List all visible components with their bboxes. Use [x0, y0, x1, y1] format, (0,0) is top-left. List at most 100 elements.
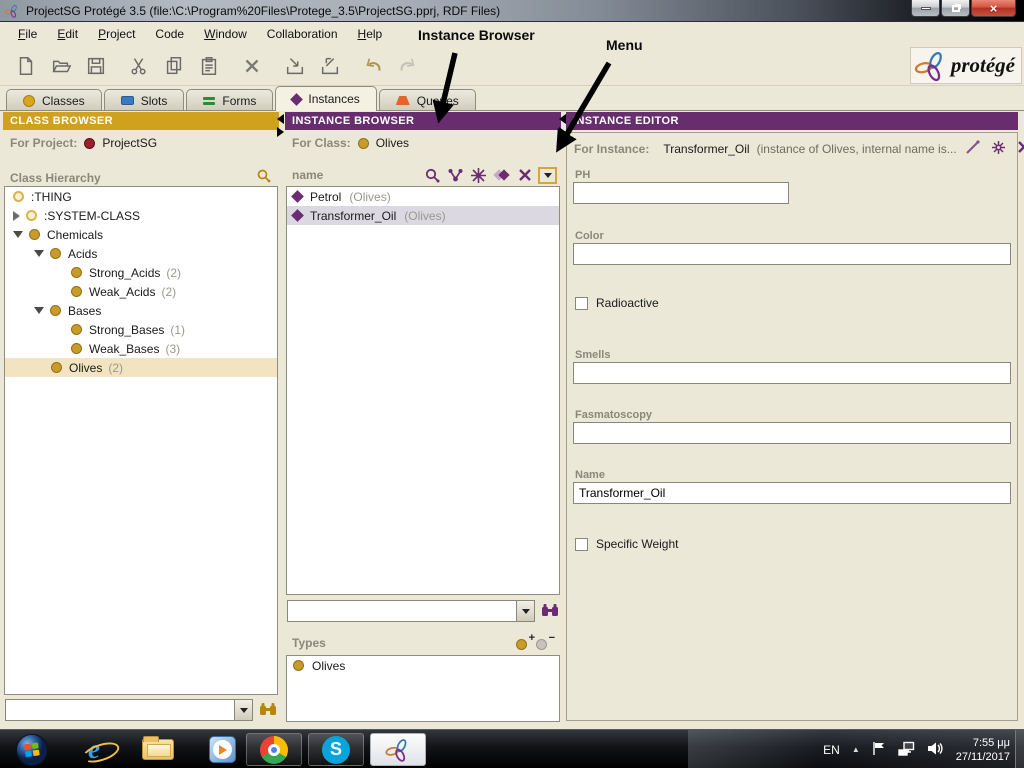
decorate-star-icon[interactable] [990, 139, 1007, 159]
paste-icon[interactable] [193, 51, 225, 81]
close-editor-icon[interactable] [1016, 139, 1024, 159]
import-icon[interactable] [279, 51, 311, 81]
tab-slots[interactable]: Slots [103, 89, 185, 111]
tab-classes[interactable]: Classes [6, 89, 102, 111]
tree-row-strong-bases[interactable]: Strong_Bases (1) [5, 320, 277, 339]
action-center-flag-icon[interactable] [872, 741, 886, 759]
class-search-combobox[interactable] [5, 699, 253, 721]
ph-label: PH [575, 169, 591, 181]
collapse-down-icon[interactable] [34, 307, 44, 314]
tree-row-bases[interactable]: Bases [5, 301, 277, 320]
open-project-icon[interactable] [45, 51, 77, 81]
name-input[interactable] [573, 482, 1011, 504]
protege-taskbar-button[interactable] [370, 733, 426, 766]
collapse-down-icon[interactable] [34, 250, 44, 257]
class-icon [71, 267, 82, 278]
start-button[interactable] [4, 733, 60, 766]
class-icon [51, 362, 62, 373]
menu-help[interactable]: Help [348, 24, 393, 44]
annotate-pencil-icon[interactable] [964, 139, 981, 159]
search-class-icon[interactable] [256, 168, 272, 187]
color-input[interactable] [573, 243, 1011, 265]
search-instance-icon[interactable] [421, 165, 444, 185]
copy-icon[interactable] [158, 51, 190, 81]
new-file-icon[interactable] [10, 51, 42, 81]
close-button[interactable]: × [971, 0, 1016, 17]
menu-file[interactable]: File [8, 24, 47, 44]
internet-explorer-button[interactable]: e [66, 733, 122, 766]
ph-input[interactable] [573, 182, 789, 204]
tree-row-thing[interactable]: :THING [5, 187, 277, 206]
cut-icon[interactable] [123, 51, 155, 81]
combobox-dropdown-icon[interactable] [516, 601, 534, 621]
delete-instance-icon[interactable] [513, 165, 536, 185]
show-hidden-icons-chevron[interactable]: ▲ [852, 745, 860, 754]
undo-icon[interactable] [357, 51, 389, 81]
radioactive-checkbox[interactable] [575, 296, 588, 310]
smells-input[interactable] [573, 362, 1011, 384]
expand-right-icon[interactable] [13, 210, 20, 221]
find-class-binoculars-icon[interactable] [259, 702, 277, 719]
tab-label: Slots [140, 93, 168, 108]
add-type-icon[interactable]: + [515, 632, 535, 651]
specific-weight-checkbox[interactable] [575, 537, 588, 551]
save-project-icon[interactable] [80, 51, 112, 81]
instance-diamond-icon [291, 209, 304, 222]
types-header: Types [292, 636, 326, 650]
tree-row-strong-acids[interactable]: Strong_Acids (2) [5, 263, 277, 282]
screen: { "titlebar": { "title": "ProjectSG Prot… [0, 0, 1024, 768]
redo-icon[interactable] [392, 51, 424, 81]
fasmatoscopy-input[interactable] [573, 422, 1011, 444]
tree-row-acids[interactable]: Acids [5, 244, 277, 263]
instance-row-petrol[interactable]: Petrol (Olives) [287, 187, 559, 206]
tree-row-chemicals[interactable]: Chemicals [5, 225, 277, 244]
restore-button[interactable] [941, 0, 970, 17]
tab-queries[interactable]: Queries [378, 89, 476, 111]
collapse-down-icon[interactable] [13, 231, 23, 238]
clock[interactable]: 7:55 μμ 27/11/2017 [956, 736, 1010, 764]
instance-diamond-icon [290, 92, 304, 106]
media-player-button[interactable] [194, 733, 250, 766]
language-indicator[interactable]: EN [823, 743, 840, 757]
create-instance-icon[interactable] [444, 165, 467, 185]
splitter-expand-right-icon[interactable] [559, 127, 566, 137]
tab-instances[interactable]: Instances [275, 86, 377, 111]
instance-search-combobox[interactable] [287, 600, 535, 622]
instance-row-transformer-oil[interactable]: Transformer_Oil (Olives) [287, 206, 559, 225]
menu-window[interactable]: Window [194, 24, 257, 44]
splitter-collapse-left-icon[interactable] [559, 114, 566, 124]
clock-date: 27/11/2017 [955, 750, 1010, 763]
tab-forms[interactable]: Forms [186, 89, 274, 111]
export-icon[interactable] [314, 51, 346, 81]
menu-project[interactable]: Project [88, 24, 145, 44]
splitter-collapse-left-icon[interactable] [277, 114, 284, 124]
specific-weight-checkbox-row[interactable]: Specific Weight [575, 537, 678, 551]
query-trapezoid-icon [395, 96, 410, 105]
copy-instance-icon[interactable] [467, 165, 490, 185]
view-instance-icon[interactable] [490, 165, 513, 185]
combobox-dropdown-icon[interactable] [234, 700, 252, 720]
minimize-button[interactable] [911, 0, 940, 17]
tree-row-system-class[interactable]: :SYSTEM-CLASS [5, 206, 277, 225]
show-desktop-button[interactable] [1015, 730, 1024, 768]
file-explorer-button[interactable] [130, 733, 186, 766]
volume-icon[interactable] [927, 741, 944, 759]
remove-type-icon[interactable]: − [535, 632, 555, 651]
instance-menu-dropdown-button[interactable] [538, 166, 557, 184]
network-icon[interactable] [898, 741, 915, 759]
radioactive-checkbox-row[interactable]: Radioactive [575, 296, 659, 310]
tree-row-weak-acids[interactable]: Weak_Acids (2) [5, 282, 277, 301]
chrome-button[interactable] [246, 733, 302, 766]
splitter-expand-right-icon[interactable] [277, 127, 284, 137]
find-instance-binoculars-icon[interactable] [541, 603, 559, 620]
type-row-olives[interactable]: Olives [287, 656, 559, 675]
tree-row-olives[interactable]: Olives (2) [5, 358, 277, 377]
skype-button[interactable]: S [308, 733, 364, 766]
instance-note: (instance of Olives, internal name is... [756, 142, 957, 156]
titlebar: ProjectSG Protégé 3.5 (file:\C:\Program%… [0, 0, 1024, 22]
menu-collaboration[interactable]: Collaboration [257, 24, 348, 44]
menu-code[interactable]: Code [145, 24, 194, 44]
menu-edit[interactable]: Edit [47, 24, 88, 44]
tree-row-weak-bases[interactable]: Weak_Bases (3) [5, 339, 277, 358]
delete-icon[interactable] [236, 51, 268, 81]
